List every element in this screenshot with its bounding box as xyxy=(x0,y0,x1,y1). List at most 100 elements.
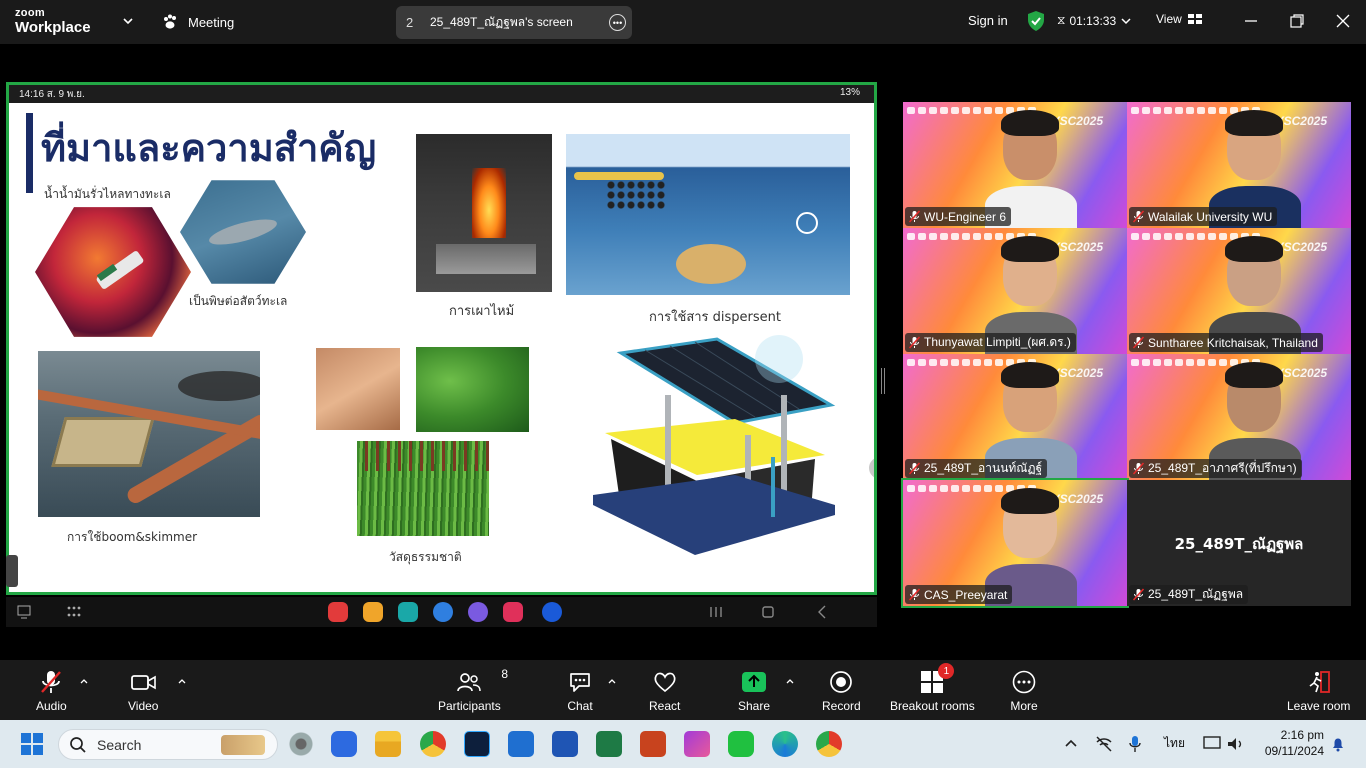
network-offline-icon[interactable] xyxy=(1095,735,1113,753)
settings-app-icon[interactable] xyxy=(288,731,314,757)
react-button[interactable]: React xyxy=(649,669,680,713)
record-button[interactable]: Record xyxy=(822,669,861,713)
split-view-handle[interactable] xyxy=(881,368,885,394)
audio-button[interactable]: Audio xyxy=(36,669,67,713)
video-tile[interactable]: YSC2025 Walailak University WU xyxy=(1127,102,1351,228)
breakout-label: Breakout rooms xyxy=(890,699,975,713)
input-language[interactable]: ไทย xyxy=(1164,734,1185,753)
participants-count: 8 xyxy=(501,667,509,681)
shared-screen[interactable]: 14:16 ส. 9 พ.ย. 13% ที่มาและความสำคัญ น้… xyxy=(6,82,877,595)
chat-button[interactable]: Chat xyxy=(566,669,594,713)
caption-toxic: เป็นพิษต่อสัตว์ทะเล xyxy=(189,294,288,308)
minimize-icon[interactable] xyxy=(1242,12,1260,30)
more-options-icon[interactable]: ••• xyxy=(609,14,626,31)
oil-spill-image xyxy=(35,207,191,337)
battery-level: 13% xyxy=(839,87,860,98)
hourglass-icon: ⧖ xyxy=(1057,13,1066,27)
breakout-rooms-button[interactable]: 1 Breakout rooms xyxy=(890,663,975,713)
video-options-caret-icon[interactable] xyxy=(177,676,187,686)
restore-icon[interactable] xyxy=(1288,12,1306,30)
side-panel-handle[interactable] xyxy=(6,555,18,587)
chrome-profile-icon[interactable] xyxy=(816,731,842,757)
video-tile[interactable]: YSC2025 WU-Engineer 6 xyxy=(903,102,1127,228)
view-button[interactable]: View xyxy=(1156,12,1203,26)
meeting-timer[interactable]: ⧖ 01:13:33 xyxy=(1057,13,1132,28)
app-grid-icon xyxy=(67,606,81,617)
chrome-icon[interactable] xyxy=(420,731,446,757)
microphone-icon[interactable] xyxy=(1128,735,1142,753)
record-icon xyxy=(830,671,853,693)
leave-room-button[interactable]: Leave room xyxy=(1287,669,1350,713)
edge-icon[interactable] xyxy=(772,731,798,757)
word-icon[interactable] xyxy=(552,731,578,757)
participant-name: 25_489T_ณัฏฐพล xyxy=(1148,587,1244,601)
solar-device-render xyxy=(585,335,847,581)
boom-skimmer-image xyxy=(38,351,260,517)
title-bar: zoom Workplace Meeting 2 25_489T_ณัฏฐพล'… xyxy=(0,0,1366,44)
photoshop-icon[interactable] xyxy=(464,731,490,757)
browser-app-icon xyxy=(468,602,488,622)
participant-name-tag: CAS_Preeyarat xyxy=(905,585,1013,604)
more-label: More xyxy=(1010,699,1038,713)
device-status-bar: 14:16 ส. 9 พ.ย. 13% xyxy=(9,85,874,103)
display-icon[interactable] xyxy=(1203,736,1221,752)
participant-name: 25_489T_อานนท์ณัฏฐ์ xyxy=(924,461,1043,475)
file-explorer-icon[interactable] xyxy=(375,731,401,757)
meeting-label: Meeting xyxy=(188,14,235,30)
video-button[interactable]: Video xyxy=(128,669,158,713)
search-icon xyxy=(70,736,86,753)
chevron-up-icon[interactable] xyxy=(1064,737,1078,751)
microphone-muted-icon xyxy=(1132,210,1145,223)
dead-whale-image xyxy=(180,180,306,284)
microphone-muted-icon xyxy=(1132,336,1145,349)
participant-name-tag: WU-Engineer 6 xyxy=(905,207,1012,226)
back-icon xyxy=(818,605,826,619)
video-tile[interactable]: YSC2025 CAS_Preeyarat xyxy=(901,478,1129,608)
meeting-button[interactable]: Meeting xyxy=(162,12,234,32)
participant-name-tag: 25_489T_ณัฏฐพล xyxy=(1129,585,1249,604)
pointer-highlight xyxy=(755,335,803,383)
shield-check-icon[interactable] xyxy=(1026,10,1046,32)
excel-icon[interactable] xyxy=(596,731,622,757)
video-tile[interactable]: YSC2025 25_489T_อาภาศรี(ที่ปรึกษา) xyxy=(1127,354,1351,480)
sign-in-button[interactable]: Sign in xyxy=(968,13,1008,28)
caption-boom: การใช้boom&skimmer xyxy=(67,530,198,544)
camera-app-icon xyxy=(503,602,523,622)
video-tile[interactable]: 25_489T_ณัฏฐพล 25_489T_ณัฏฐพล xyxy=(1127,480,1351,606)
microphone-muted-icon xyxy=(41,671,62,693)
more-button[interactable]: More xyxy=(1010,669,1038,713)
cattail-image xyxy=(357,441,489,536)
screen-share-indicator[interactable]: 2 25_489T_ณัฏฐพล's screen ••• xyxy=(396,6,632,39)
powerpoint-icon[interactable] xyxy=(640,731,666,757)
speaker-icon[interactable] xyxy=(1226,736,1244,752)
microphone-muted-icon xyxy=(908,336,921,349)
taskbar-search-box[interactable]: Search xyxy=(58,729,278,760)
audio-options-caret-icon[interactable] xyxy=(79,676,89,686)
chevron-down-icon[interactable] xyxy=(121,14,135,28)
participants-button[interactable]: 8 Participants xyxy=(438,667,508,713)
chat-options-caret-icon[interactable] xyxy=(607,676,617,686)
notepad-icon[interactable] xyxy=(508,731,534,757)
line-app-icon[interactable] xyxy=(728,731,754,757)
clock-time: 2:16 pm xyxy=(1280,728,1324,742)
zoom-taskbar-icon[interactable] xyxy=(331,731,357,757)
windows-start-icon[interactable] xyxy=(21,733,43,755)
paw-icon xyxy=(164,14,176,29)
calendar-app-icon xyxy=(398,602,418,622)
share-number: 2 xyxy=(406,15,414,30)
paint-app-icon[interactable] xyxy=(684,731,710,757)
share-options-caret-icon[interactable] xyxy=(785,676,795,686)
meeting-toolbar: Audio Video 8 Participants Chat React Sh… xyxy=(0,660,1366,720)
video-tile[interactable]: YSC2025 Suntharee Kritchaisak, Thailand xyxy=(1127,228,1351,354)
folder-app-icon xyxy=(363,602,383,622)
close-icon[interactable] xyxy=(1334,12,1352,30)
taskbar-clock[interactable]: 2:16 pm 09/11/2024 xyxy=(1256,727,1324,759)
participant-name: Walailak University WU xyxy=(1148,209,1273,224)
timer-value: 01:13:33 xyxy=(1069,13,1117,28)
grid-view-icon xyxy=(1187,14,1202,24)
video-tile[interactable]: YSC2025 25_489T_อานนท์ณัฏฐ์ xyxy=(903,354,1127,480)
video-camera-icon xyxy=(131,675,157,690)
notification-bell-icon[interactable] xyxy=(1330,736,1346,752)
video-tile[interactable]: YSC2025 Thunyawat Limpiti_(ผศ.ดร.) xyxy=(903,228,1127,354)
share-button[interactable]: Share xyxy=(738,669,770,713)
